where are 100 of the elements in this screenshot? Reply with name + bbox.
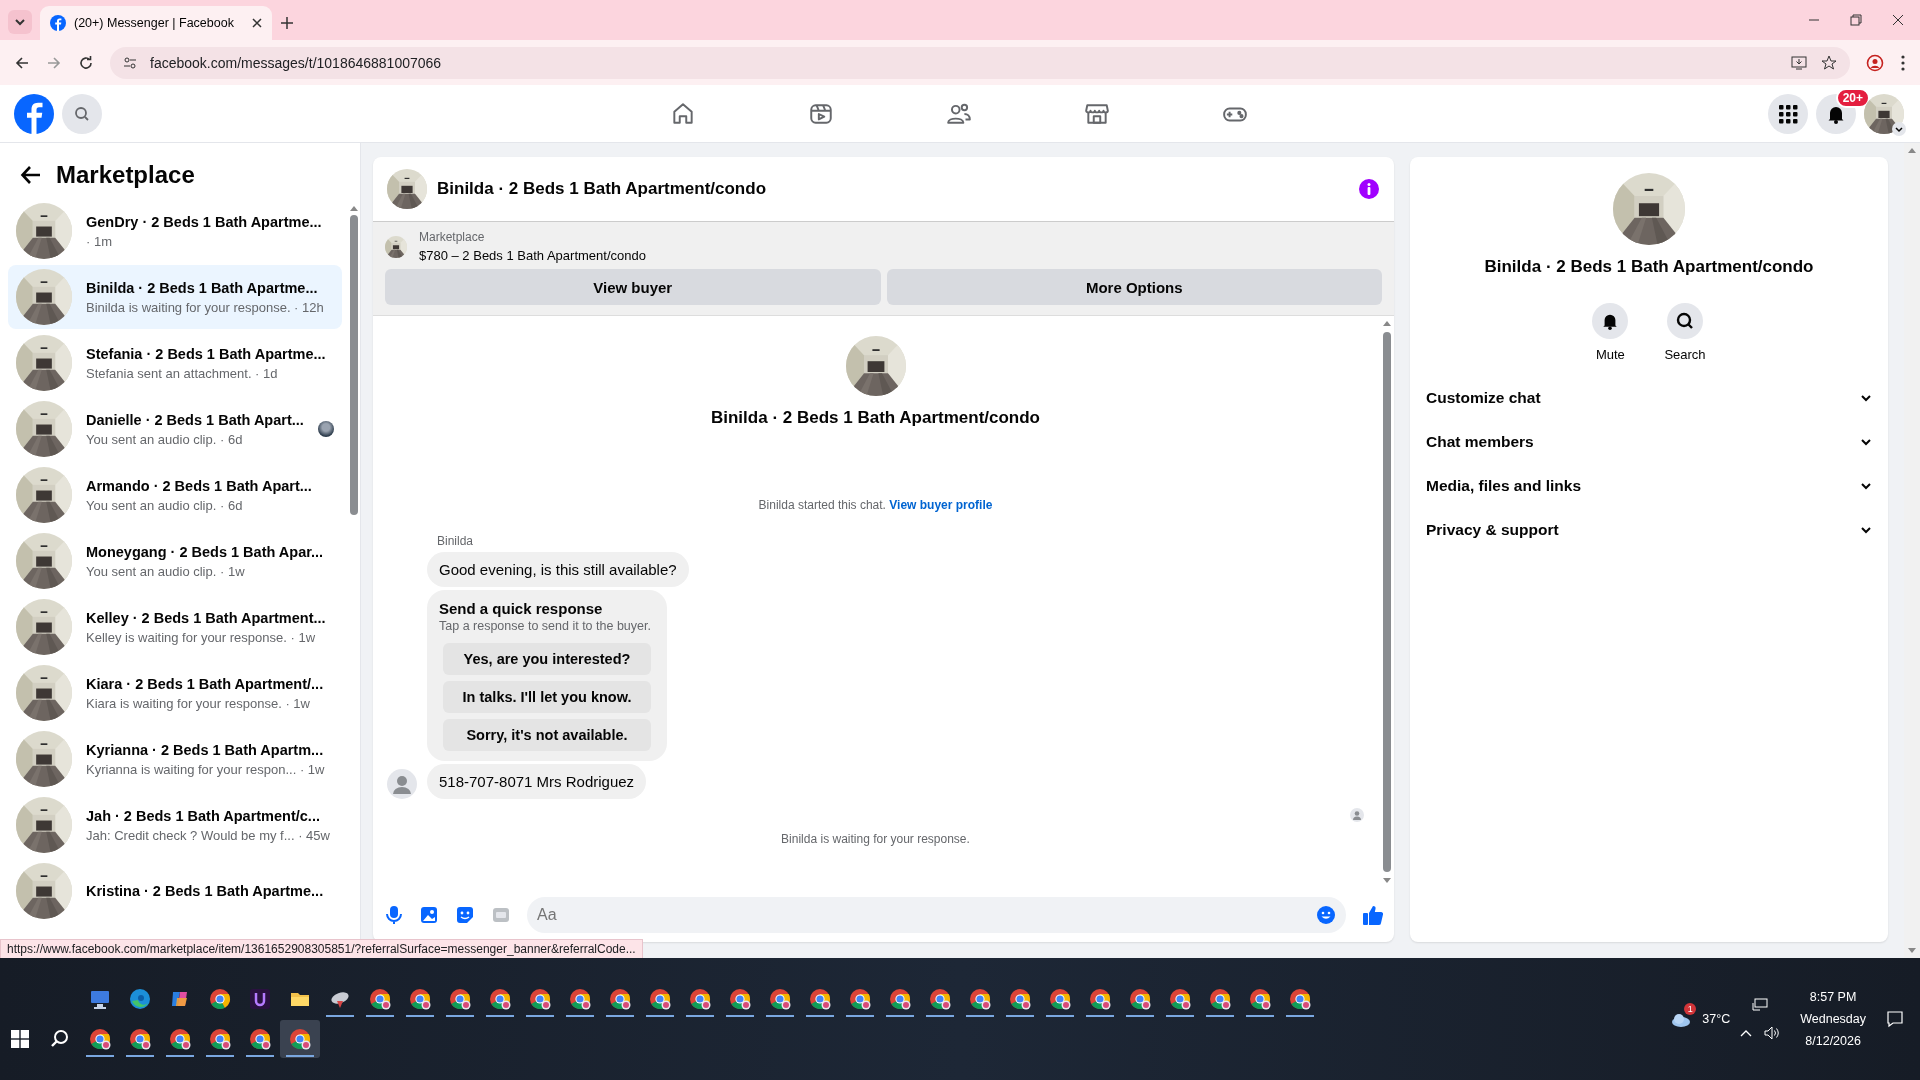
- notification-icon[interactable]: [1886, 1010, 1904, 1028]
- conversation-item[interactable]: Kyrianna · 2 Beds 1 Bath Apartm... Kyrianna is waiting for your respon... · 1w: [8, 727, 342, 791]
- message-input[interactable]: Aa: [527, 897, 1346, 933]
- monitor-icon[interactable]: [89, 988, 111, 1010]
- address-bar[interactable]: facebook.com/messages/t/1018646881007066: [110, 46, 1850, 79]
- conversation-item[interactable]: Jah · 2 Beds 1 Bath Apartment/c... Jah: Credit check ? Would be my f... · 45w: [8, 793, 342, 857]
- conversation-item[interactable]: Moneygang · 2 Beds 1 Bath Apar... You sent an audio clip. · 1w: [8, 529, 342, 593]
- browser-icon[interactable]: [1209, 988, 1231, 1010]
- browser-icon[interactable]: [369, 988, 391, 1010]
- quick-reply-button[interactable]: In talks. I'll let you know.: [443, 681, 651, 713]
- chevron-down-icon[interactable]: [1860, 436, 1872, 448]
- browser-icon[interactable]: [809, 988, 831, 1010]
- section-row[interactable]: Media, files and links: [1422, 464, 1876, 508]
- profile-icon[interactable]: [1866, 53, 1884, 72]
- taskbar-button[interactable]: [280, 1020, 320, 1058]
- caret-icon[interactable]: [1892, 121, 1906, 136]
- profile-link[interactable]: View buyer profile: [889, 498, 993, 512]
- scroll-up-icon[interactable]: [1383, 320, 1391, 326]
- scroll-up-icon[interactable]: [350, 205, 358, 211]
- star-icon[interactable]: [1820, 53, 1838, 72]
- clock-date[interactable]: 8/12/2026: [1805, 1034, 1861, 1048]
- conversation-item[interactable]: Kiara · 2 Beds 1 Bath Apartment/... Kiara is waiting for your response. · 1w: [8, 661, 342, 725]
- info-icon[interactable]: [1358, 178, 1380, 200]
- menu-button[interactable]: [1768, 93, 1808, 134]
- system-message: Binilda started this chat. View buyer profile: [757, 498, 994, 512]
- scroll-up-icon[interactable]: [1908, 147, 1916, 153]
- caret-up-icon[interactable]: [1740, 1029, 1753, 1037]
- browser-icon[interactable]: [1129, 988, 1151, 1010]
- section-row[interactable]: Chat members: [1422, 420, 1876, 464]
- action-button[interactable]: View buyer: [385, 269, 881, 305]
- browser-icon[interactable]: [1009, 988, 1031, 1010]
- new-tab-icon[interactable]: [280, 16, 294, 30]
- browser-icon[interactable]: [729, 988, 751, 1010]
- browser-icon[interactable]: [649, 988, 671, 1010]
- browser-icon[interactable]: [529, 988, 551, 1010]
- conversation-item[interactable]: Stefania · 2 Beds 1 Bath Apartme... Stefania sent an attachment. · 1d: [8, 331, 342, 395]
- browser-icon[interactable]: [969, 988, 991, 1010]
- browser-icon[interactable]: [1049, 988, 1071, 1010]
- reload-icon[interactable]: [78, 54, 94, 71]
- page-scrollbar[interactable]: [1904, 143, 1920, 958]
- browser-icon[interactable]: [569, 988, 591, 1010]
- chevron-down-icon[interactable]: [1860, 524, 1872, 536]
- clock-day[interactable]: Wednesday: [1800, 1012, 1866, 1026]
- browser-icon[interactable]: [409, 988, 431, 1010]
- browser-icon[interactable]: [769, 988, 791, 1010]
- browser-icon[interactable]: [889, 988, 911, 1010]
- back-icon[interactable]: [14, 54, 30, 71]
- thumbs-up-icon[interactable]: [1362, 904, 1384, 926]
- browser-icon[interactable]: [1089, 988, 1111, 1010]
- browser-icon[interactable]: [849, 988, 871, 1010]
- card-subtitle: Tap a response to send it to the buyer.: [439, 619, 652, 633]
- quick-reply-button[interactable]: Yes, are you interested?: [443, 643, 651, 675]
- conversation-item[interactable]: GenDry · 2 Beds 1 Bath Apartme... · 1m: [8, 199, 342, 263]
- microphone-icon[interactable]: [385, 905, 403, 925]
- network-icon[interactable]: [1752, 998, 1769, 1012]
- close-icon[interactable]: [1892, 14, 1904, 26]
- scroll-down-icon[interactable]: [1908, 948, 1916, 954]
- logo-icon[interactable]: [14, 93, 54, 134]
- image-icon[interactable]: [419, 905, 439, 925]
- emoji-icon[interactable]: [1316, 905, 1336, 925]
- back-arrow-icon[interactable]: [20, 164, 42, 186]
- action-button[interactable]: More Options: [886, 269, 1382, 305]
- chevron-down-icon[interactable]: [1860, 480, 1872, 492]
- tab-list-button[interactable]: [8, 10, 32, 34]
- browser-icon[interactable]: [209, 988, 231, 1010]
- browser-icon[interactable]: [609, 988, 631, 1010]
- browser-icon: [209, 1028, 231, 1050]
- conversation-item[interactable]: Kelley · 2 Beds 1 Bath Apartment... Kelley is waiting for your response. · 1w: [8, 595, 342, 659]
- browser-icon[interactable]: [1289, 988, 1311, 1010]
- browser-icon[interactable]: [449, 988, 471, 1010]
- forward-icon[interactable]: [46, 54, 62, 71]
- browser-tab[interactable]: (20+) Messenger | Facebook: [40, 6, 272, 40]
- chevron-down-icon[interactable]: [1860, 392, 1872, 404]
- swirl-icon[interactable]: [129, 988, 151, 1010]
- install-icon[interactable]: [1790, 53, 1808, 72]
- search-button[interactable]: [62, 93, 102, 134]
- close-icon[interactable]: [252, 18, 262, 28]
- conversation-item[interactable]: Binilda · 2 Beds 1 Bath Apartme... Binilda is waiting for your response. · 12h: [8, 265, 342, 329]
- tab-title: (20+) Messenger | Facebook: [74, 16, 235, 30]
- app-icon[interactable]: [249, 988, 271, 1010]
- browser-icon[interactable]: [929, 988, 951, 1010]
- sticker-icon[interactable]: [455, 905, 475, 925]
- search-icon[interactable]: [50, 1029, 70, 1049]
- scroll-down-icon[interactable]: [1383, 878, 1391, 884]
- clock-time[interactable]: 8:57 PM: [1809, 990, 1857, 1004]
- tune-icon[interactable]: [122, 54, 138, 71]
- section-row[interactable]: Privacy & support: [1422, 508, 1876, 552]
- speaker-icon[interactable]: [1764, 1026, 1781, 1040]
- browser-icon[interactable]: [1169, 988, 1191, 1010]
- restore-icon[interactable]: [1850, 14, 1862, 26]
- start-icon[interactable]: [11, 1030, 29, 1048]
- conversation-item[interactable]: Kristina · 2 Beds 1 Bath Apartme...: [8, 859, 342, 923]
- browser-icon[interactable]: [1249, 988, 1271, 1010]
- section-row[interactable]: Customize chat: [1422, 376, 1876, 420]
- browser-icon[interactable]: [689, 988, 711, 1010]
- quick-reply-button[interactable]: Sorry, it's not available.: [443, 719, 651, 751]
- more-icon[interactable]: [1900, 53, 1906, 72]
- conversation-item[interactable]: Armando · 2 Beds 1 Bath Apart... You sent an audio clip. · 6d: [8, 463, 342, 527]
- browser-icon[interactable]: [489, 988, 511, 1010]
- conversation-item[interactable]: Danielle · 2 Beds 1 Bath Apart... You sent an audio clip. · 6d: [8, 397, 342, 461]
